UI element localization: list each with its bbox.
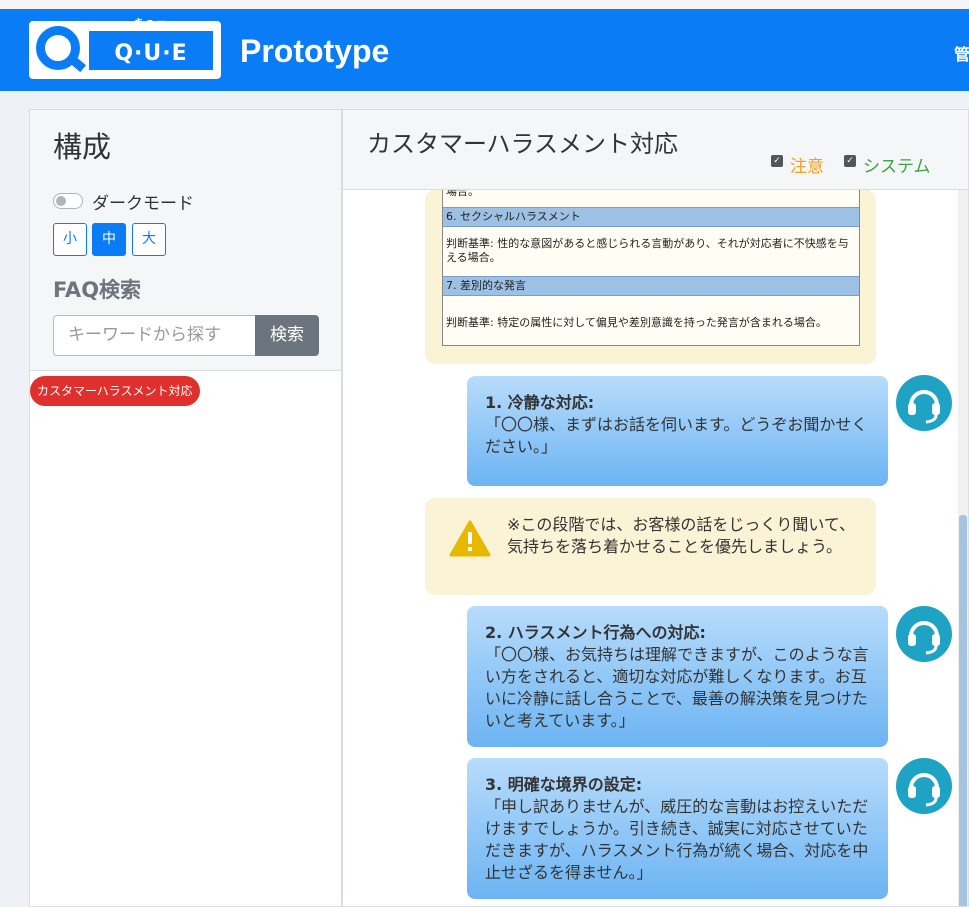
message-body: 「申し訳ありませんが、威圧的な言動はお控えいただけますでしょうか。引き続き、誠実… — [485, 797, 869, 882]
message-body: 「〇〇様、お気持ちは理解できますが、このような言い方をされると、適切な対応が難し… — [485, 645, 869, 730]
table-row-header: 6. セクシャルハラスメント — [443, 207, 859, 227]
table-row-body: 判断基準: 特定の属性に対して偏見や差別意識を持った発言が含まれる場合。 — [446, 316, 827, 329]
message-title: 3. 明確な境界の設定: — [485, 775, 643, 794]
message-body: 「〇〇様、まずはお話を伺います。どうぞお聞かせください。」 — [485, 415, 868, 456]
chat-message: 3. 明確な境界の設定: 「申し訳ありませんが、威圧的な言動はお控えいただけます… — [467, 758, 888, 899]
caution-message: ※この段階では、お客様の話をじっくり聞いて、気持ちを落ち着かせることを優先しまし… — [425, 498, 876, 595]
logo-wordmark: キュー Q·U·E — [89, 18, 213, 70]
table-row-header: 7. 差別的な発言 — [443, 276, 859, 296]
dark-mode-toggle[interactable] — [53, 193, 83, 209]
message-title: 1. 冷静な対応: — [485, 393, 595, 412]
app-logo[interactable]: キュー Q·U·E — [29, 18, 221, 79]
chat-title: カスタマーハラスメント対応 — [367, 130, 679, 158]
filter-caution-checkbox-icon[interactable]: ✓ — [771, 155, 783, 167]
operator-avatar — [896, 758, 952, 814]
operator-avatar — [896, 375, 952, 431]
admin-link[interactable]: 管 — [954, 41, 969, 65]
headset-icon — [908, 390, 940, 424]
chat-message: 2. ハラスメント行為への対応: 「〇〇様、お気持ちは理解できますが、このような… — [467, 606, 888, 747]
faq-search-input[interactable]: キーワードから探す — [53, 315, 255, 356]
sidebar-title: 構成 — [53, 130, 112, 164]
filter-system-checkbox-icon[interactable]: ✓ — [844, 155, 856, 167]
chat-scrollbar[interactable] — [958, 190, 968, 906]
chat-message: 1. 冷静な対応: 「〇〇様、まずはお話を伺います。どうぞお聞かせください。」 — [467, 376, 888, 486]
chat-scrollbar-thumb[interactable] — [959, 515, 967, 906]
logo-text: Q·U·E — [114, 41, 188, 66]
chat-panel: カスタマーハラスメント対応 ✓ 注意 ✓ システム 場合。 6. セクシャルハラ… — [342, 109, 969, 907]
table-cut-text: 場合。 — [446, 190, 479, 198]
operator-avatar — [896, 606, 952, 662]
filter-caution-label[interactable]: 注意 — [790, 152, 824, 177]
app-title: Prototype — [240, 33, 390, 69]
app-header: キュー Q·U·E Prototype 管 — [0, 9, 969, 91]
dark-mode-label: ダークモード — [92, 194, 194, 214]
font-size-medium-button[interactable]: 中 — [92, 223, 126, 256]
top-strip — [0, 0, 969, 9]
table-row-body: 判断基準: 性的な意図があると感じられる言動があり、それが対応者に不快感を与える… — [446, 237, 849, 264]
category-tag[interactable]: カスタマーハラスメント対応 — [30, 376, 200, 406]
filter-system-label[interactable]: システム — [863, 152, 931, 177]
chat-header: カスタマーハラスメント対応 ✓ 注意 ✓ システム — [343, 110, 968, 190]
headset-icon — [908, 621, 940, 655]
font-size-small-button[interactable]: 小 — [53, 223, 87, 256]
headset-icon — [908, 773, 940, 807]
faq-search-button[interactable]: 検索 — [255, 315, 319, 356]
caution-text: ※この段階では、お客様の話をじっくり聞いて、気持ちを落ち着かせることを優先しまし… — [507, 515, 856, 556]
criteria-table-card: 場合。 6. セクシャルハラスメント 判断基準: 性的な意図があると感じられる言… — [425, 190, 876, 364]
criteria-table: 場合。 6. セクシャルハラスメント 判断基準: 性的な意図があると感じられる言… — [442, 190, 860, 346]
faq-search-label: FAQ検索 — [53, 278, 142, 302]
sidebar-config-panel: 構成 ダークモード 小 中 大 FAQ検索 キーワードから探す 検索 — [30, 110, 341, 371]
sidebar: 構成 ダークモード 小 中 大 FAQ検索 キーワードから探す 検索 カスタマー… — [29, 109, 342, 907]
font-size-large-button[interactable]: 大 — [132, 223, 166, 256]
logo-kana: キュー — [134, 18, 168, 28]
logo-magnifier-icon — [36, 26, 80, 70]
warning-triangle-icon — [449, 520, 491, 557]
message-title: 2. ハラスメント行為への対応: — [485, 623, 706, 642]
